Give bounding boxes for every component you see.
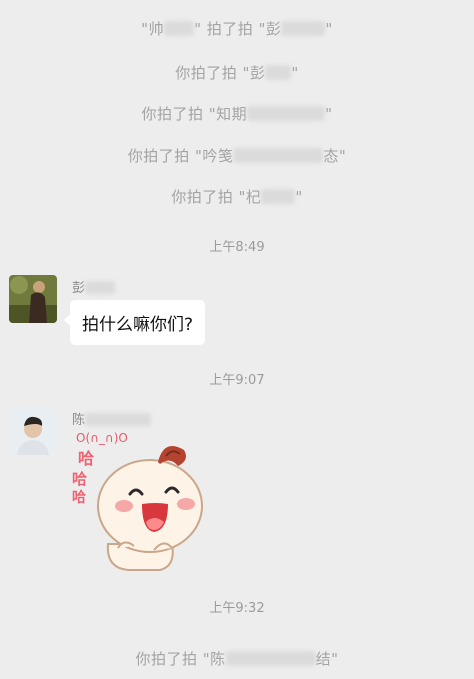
pat-notice-5-suffix: " — [295, 188, 303, 206]
pat-notice-1-end: " — [325, 20, 333, 38]
pat-notice-3: 你拍了拍 "知期 " — [0, 103, 474, 124]
pat-notice-4-suffix: 态" — [323, 147, 347, 165]
timestamp: 上午8:49 — [209, 240, 265, 255]
pat-notice-1: "帅 " 拍了拍 "彭 " — [0, 18, 474, 39]
portrait-photo-icon — [9, 407, 57, 455]
pat-notice-2: 你拍了拍 "彭 " — [0, 62, 474, 83]
sender-name-text: 彭 — [72, 281, 86, 296]
portrait-photo-icon — [9, 275, 57, 323]
avatar[interactable] — [9, 407, 57, 455]
redacted-name — [247, 106, 326, 121]
redacted-name — [85, 413, 152, 426]
pat-notice-3-prefix: 你拍了拍 "知期 — [141, 105, 248, 123]
pat-notice-2-suffix: " — [291, 64, 299, 82]
pat-notice-6-suffix: 结" — [315, 650, 339, 668]
pat-notice-5: 你拍了拍 "杞 " — [0, 186, 474, 207]
sticker-ha-1: 哈 — [78, 449, 94, 468]
sticker-ha-3: 哈 — [72, 489, 86, 506]
redacted-name — [233, 148, 324, 163]
timestamp: 上午9:07 — [209, 373, 265, 388]
sticker-ha-2: 哈 — [72, 470, 87, 488]
redacted-name — [281, 21, 326, 36]
sticker-image: O(∩_∩)O 哈 哈 哈 — [72, 431, 203, 571]
message-text: 拍什么嘛你们? — [82, 315, 194, 335]
pat-notice-1-prefix: "帅 — [141, 20, 165, 38]
pat-notice-5-prefix: 你拍了拍 "杞 — [171, 188, 262, 206]
pat-notice-4-prefix: 你拍了拍 "吟笺 — [127, 147, 234, 165]
pat-notice-4: 你拍了拍 "吟笺 态" — [0, 145, 474, 166]
avatar[interactable] — [9, 275, 57, 323]
redacted-name — [225, 651, 316, 666]
sender-name: 彭 — [72, 277, 116, 296]
timestamp: 上午9:32 — [209, 601, 265, 616]
laughing-baby-sticker[interactable]: O(∩_∩)O 哈 哈 哈 — [68, 426, 218, 580]
redacted-name — [261, 189, 296, 204]
pat-notice-1-suffix: " 拍了拍 "彭 — [194, 20, 282, 38]
sticker-header-text: O(∩_∩)O — [76, 431, 128, 445]
message-bubble[interactable]: 拍什么嘛你们? — [63, 300, 206, 345]
pat-notice-3-suffix: " — [325, 105, 333, 123]
redacted-name — [164, 21, 195, 36]
pat-notice-2-prefix: 你拍了拍 "彭 — [175, 64, 266, 82]
pat-notice-6-prefix: 你拍了拍 "陈 — [135, 650, 226, 668]
redacted-name — [85, 281, 116, 294]
redacted-name — [265, 65, 292, 80]
pat-notice-6: 你拍了拍 "陈 结" — [0, 648, 474, 669]
